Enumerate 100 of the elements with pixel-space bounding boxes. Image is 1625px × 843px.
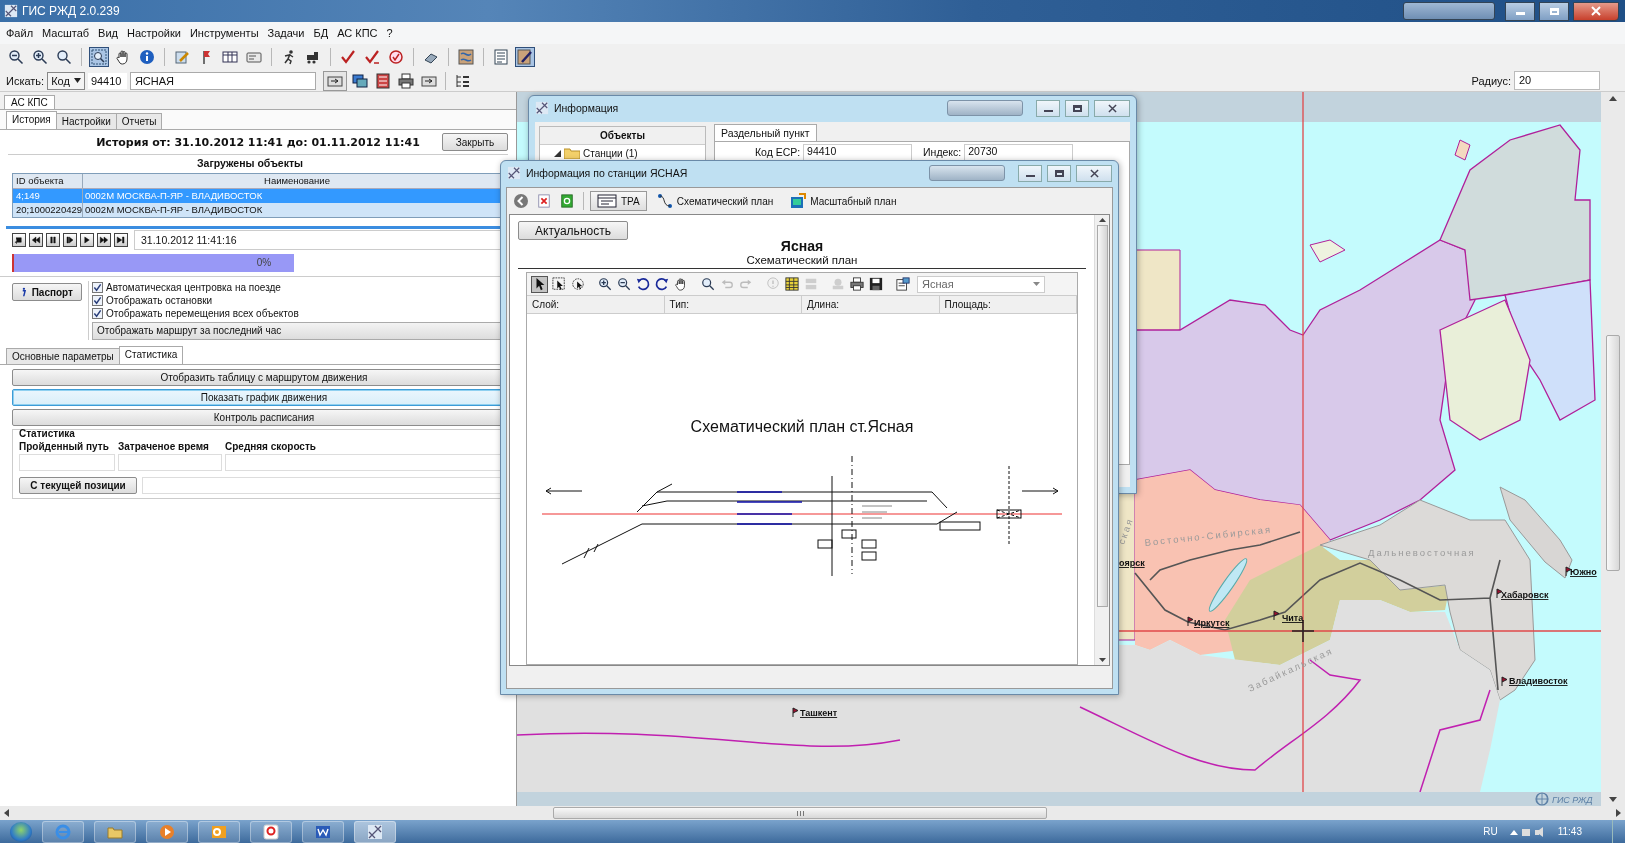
menu-item[interactable]: АС КПС (337, 27, 378, 39)
panel-tab[interactable]: АС КПС (4, 95, 55, 109)
layout-buttons[interactable] (1403, 2, 1495, 20)
down-arrow-icon[interactable] (1609, 797, 1617, 802)
maximize-button[interactable] (1065, 99, 1089, 117)
down-arrow-icon[interactable] (1098, 658, 1106, 662)
maximize-button[interactable] (1539, 1, 1569, 21)
menu-item[interactable]: ? (386, 27, 393, 39)
media-player-icon[interactable] (146, 820, 188, 843)
select-box-icon[interactable] (550, 275, 567, 293)
menu-item[interactable]: Задачи (267, 27, 305, 39)
zoom-box-icon[interactable] (89, 47, 109, 67)
horizontal-scrollbar[interactable] (0, 806, 1625, 820)
name-field[interactable]: ЯСНАЯ (129, 71, 316, 90)
tab[interactable]: Статистика (118, 346, 184, 364)
region-area[interactable] (1439, 124, 1591, 301)
input-field[interactable] (19, 454, 115, 471)
menu-item[interactable]: Файл (6, 27, 34, 39)
tab[interactable]: Основные параметры (6, 348, 120, 364)
tab[interactable]: Раздельный пункт (714, 124, 817, 141)
close-button[interactable] (1076, 164, 1112, 182)
menu-item[interactable]: БД (313, 27, 329, 39)
floppy-icon[interactable] (867, 275, 884, 293)
close-button[interactable] (1094, 99, 1130, 117)
checkbox[interactable] (92, 308, 103, 319)
zoom-out-icon[interactable] (6, 47, 26, 67)
right-arrow-icon[interactable] (1616, 809, 1621, 817)
region-area[interactable] (1504, 279, 1596, 421)
document-app-icon[interactable] (302, 820, 344, 843)
play-icon[interactable] (80, 233, 94, 247)
map-app-icon[interactable] (354, 820, 396, 843)
start-button[interactable] (10, 821, 32, 842)
minimize-button[interactable] (1018, 164, 1042, 182)
search-mode-dropdown[interactable]: Код (47, 71, 85, 90)
checkbox[interactable] (92, 295, 103, 306)
city-label[interactable]: Южно (1570, 567, 1597, 577)
code-field[interactable]: 94410 (87, 72, 127, 89)
circle-check-icon[interactable] (386, 47, 406, 67)
actuality-button[interactable]: Актуальность (518, 221, 628, 240)
region-area[interactable] (1439, 299, 1531, 441)
lasso-icon[interactable] (569, 275, 586, 293)
tree-item[interactable]: Станции (1) (583, 147, 638, 159)
input-field[interactable] (118, 454, 222, 471)
menu-item[interactable]: Вид (98, 27, 118, 39)
city-label[interactable]: Чита (1282, 613, 1304, 623)
tab[interactable]: Отчеты (115, 113, 163, 129)
minimize-button[interactable] (1505, 1, 1535, 21)
pointer-icon[interactable] (531, 275, 548, 293)
printer-icon[interactable] (848, 275, 865, 293)
ff-icon[interactable] (97, 233, 111, 247)
expander-icon[interactable] (554, 149, 561, 157)
rotate-right-icon[interactable] (653, 275, 670, 293)
checkbox[interactable] (92, 282, 103, 293)
grid-icon[interactable] (783, 275, 800, 293)
zoom-out-icon[interactable] (615, 275, 632, 293)
city-label[interactable]: Владивосток (1509, 676, 1568, 686)
scrollbar-thumb[interactable] (1606, 335, 1620, 571)
map-pencil-icon[interactable] (515, 47, 535, 67)
back-icon[interactable] (511, 191, 531, 211)
tab[interactable]: Настройки (55, 113, 117, 129)
pause-icon[interactable] (46, 233, 60, 247)
menu-item[interactable]: Масштаб (42, 27, 90, 39)
city-label[interactable]: оярск (1119, 558, 1145, 568)
zoom-in-icon[interactable] (596, 275, 613, 293)
vertical-scrollbar[interactable] (1094, 215, 1109, 665)
zoom-in-icon[interactable] (30, 47, 50, 67)
properties-icon[interactable] (894, 275, 911, 293)
view-button[interactable]: ТРА (590, 191, 647, 211)
ring-app-icon[interactable] (250, 820, 292, 843)
mail-app-icon[interactable] (198, 820, 240, 843)
info-icon[interactable] (137, 47, 157, 67)
close-panel-button[interactable]: Закрыть (442, 133, 508, 151)
city-label[interactable]: Иркутск (1194, 618, 1230, 628)
scrollbar-thumb[interactable] (553, 807, 1047, 819)
rew-icon[interactable] (29, 233, 43, 247)
printer-icon[interactable] (395, 70, 416, 91)
maximize-button[interactable] (1047, 164, 1071, 182)
magnifier-icon[interactable] (54, 47, 74, 67)
loop-icon[interactable] (12, 233, 26, 247)
arrow-card-icon[interactable] (322, 70, 347, 91)
current-position-button[interactable]: С текущей позиции (19, 477, 137, 494)
end-icon[interactable] (114, 233, 128, 247)
passport-button[interactable]: Паспорт (12, 283, 82, 301)
menu-item[interactable]: Инструменты (189, 27, 259, 39)
magnifier-icon[interactable] (699, 275, 716, 293)
city-label[interactable]: Хабаровск (1501, 590, 1549, 600)
minimize-button[interactable] (1036, 99, 1060, 117)
scrollbar-thumb[interactable] (1096, 225, 1108, 607)
vertical-scrollbar[interactable] (1601, 92, 1625, 806)
radius-field[interactable]: 20 (1514, 71, 1600, 90)
rotate-left-icon[interactable] (634, 275, 651, 293)
up-arrow-icon[interactable] (1098, 218, 1106, 222)
map-icon[interactable] (456, 47, 476, 67)
layer-dropdown[interactable]: Ясная (917, 275, 1045, 293)
view-button[interactable]: Схематический план (649, 191, 781, 211)
view-button[interactable]: Масштабный план (783, 191, 904, 211)
step-icon[interactable] (63, 233, 77, 247)
language-indicator[interactable]: RU (1483, 826, 1498, 837)
city-label[interactable]: Ташкент (800, 708, 838, 718)
tab[interactable]: История (6, 111, 57, 129)
